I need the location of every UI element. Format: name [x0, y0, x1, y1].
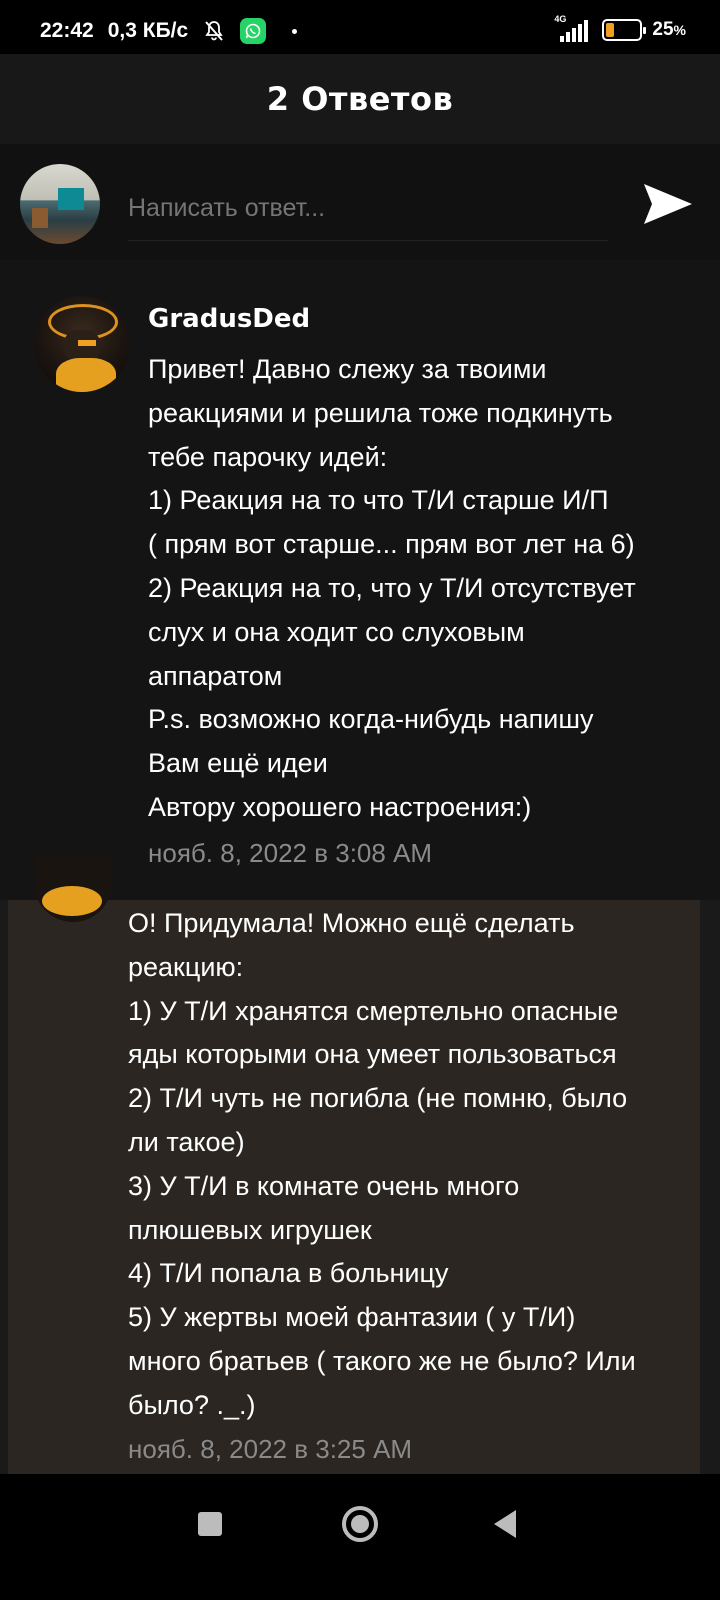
page-title: 2 Ответов — [266, 80, 454, 118]
reply-area — [0, 144, 720, 260]
comment-text: О! Придумала! Можно ещё сделать реакцию:… — [128, 908, 636, 1420]
whatsapp-icon — [240, 18, 267, 44]
status-net-speed: 0,3 КБ/с — [107, 19, 189, 42]
comment-author-avatar[interactable] — [34, 296, 130, 392]
home-icon[interactable] — [342, 1506, 378, 1542]
send-icon[interactable] — [640, 176, 696, 232]
comment-timestamp: нояб. 8, 2022 в 3:25 AM — [128, 1434, 413, 1464]
notification-dot — [292, 28, 298, 34]
status-time: 22:42 — [40, 19, 94, 42]
back-icon[interactable] — [494, 1510, 516, 1538]
comment-text: Привет! Давно слежу за твоими реакциями … — [148, 354, 636, 822]
avatar — [20, 164, 100, 244]
mute-bell-icon — [205, 21, 223, 41]
reply-input-underline — [128, 240, 608, 241]
recent-apps-icon[interactable] — [198, 1512, 222, 1536]
comment: GradusDed Привет! Давно слежу за твоими … — [0, 260, 720, 900]
battery-icon — [602, 19, 647, 41]
highlighted-comment: О! Придумала! Можно ещё сделать реакцию:… — [8, 900, 700, 1474]
comment-timestamp: нояб. 8, 2022 в 3:08 AM — [148, 838, 433, 868]
battery-percent: 25% — [652, 19, 686, 40]
header: 2 Ответов — [0, 54, 720, 144]
comment-author-name[interactable]: GradusDed — [148, 304, 310, 334]
reply-input[interactable] — [128, 194, 608, 223]
signal-icon: 4G — [554, 14, 592, 42]
